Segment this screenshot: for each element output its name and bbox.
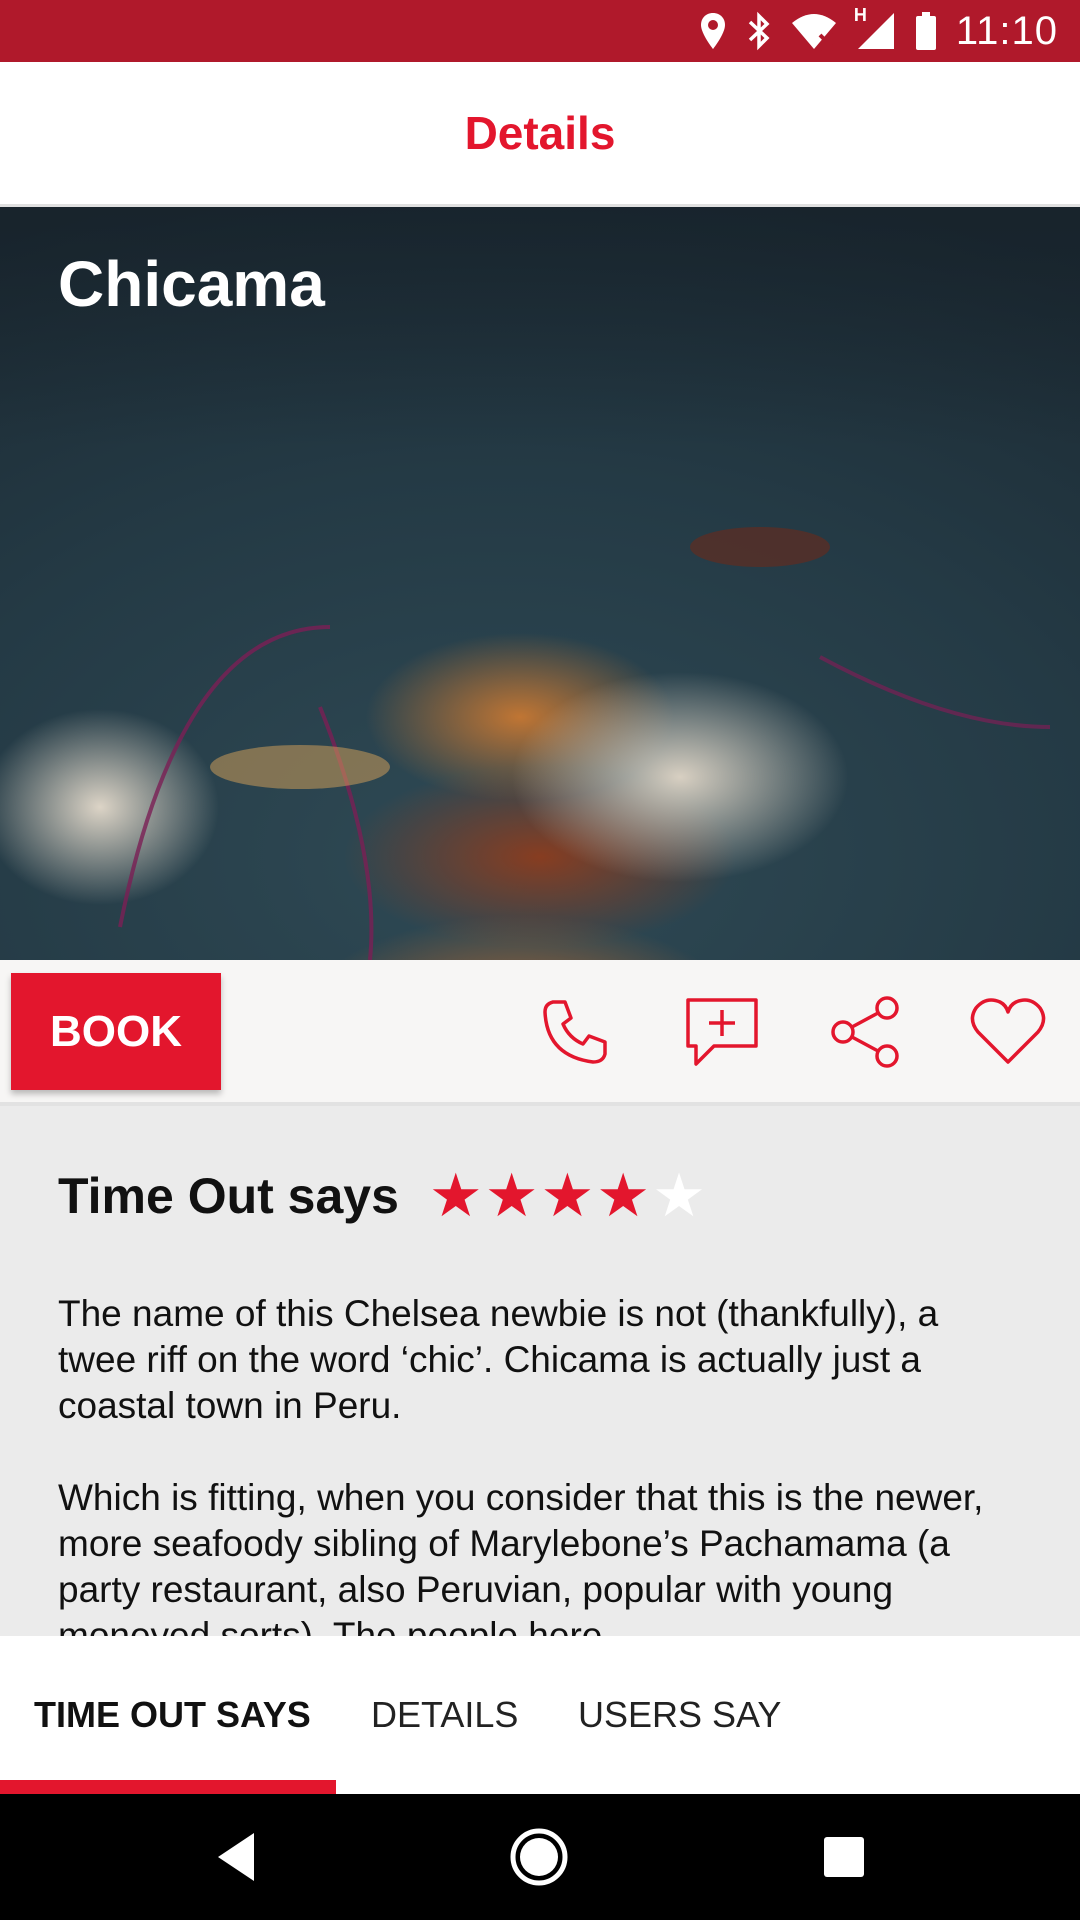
status-bar: H 11:10 [0,0,1080,62]
venue-name: Chicama [58,248,325,320]
tab-time-out-says[interactable]: TIME OUT SAYS [34,1694,311,1736]
recents-icon[interactable] [814,1827,874,1887]
hero-image: Chicama [0,207,1080,960]
tab-bar: TIME OUT SAYS DETAILS USERS SAY [0,1636,1080,1794]
star-filled-icon: ★ [596,1162,651,1229]
star-empty-icon: ★ [652,1162,706,1229]
review-text: The name of this Chelsea newbie is not (… [58,1291,1018,1636]
heart-icon[interactable] [968,992,1048,1072]
page-title: Details [464,107,616,159]
star-filled-icon: ★ [484,1162,539,1229]
status-icons: H 11:10 [698,0,1058,62]
action-bar: BOOK [0,960,1080,1106]
home-icon[interactable] [509,1827,569,1887]
battery-icon [914,11,938,51]
tab-users-say[interactable]: USERS SAY [578,1694,781,1736]
network-type-label: H [853,5,867,25]
back-icon[interactable] [206,1827,266,1887]
phone-icon[interactable] [535,992,615,1072]
location-icon [698,11,728,51]
hero-gradient [0,207,1080,447]
system-nav-bar [0,1794,1080,1920]
review-paragraph: The name of this Chelsea newbie is not (… [58,1293,939,1426]
star-rating: ★ ★ ★ ★ ★ [429,1166,706,1226]
signal-icon: H [854,5,896,51]
share-icon[interactable] [825,992,905,1072]
review-paragraph: Which is fitting, when you consider that… [58,1477,984,1636]
review-section: Time Out says ★ ★ ★ ★ ★ The name of this Che… [0,1106,1080,1636]
book-button[interactable]: BOOK [11,973,221,1090]
review-heading: Time Out says [58,1168,399,1224]
star-filled-icon: ★ [428,1162,483,1229]
wifi-icon [790,11,838,51]
status-time: 11:10 [955,8,1058,53]
tab-details[interactable]: DETAILS [371,1694,518,1736]
star-filled-icon: ★ [540,1162,595,1229]
bluetooth-icon [746,11,772,51]
app-bar: Details [0,62,1080,207]
active-tab-indicator [0,1780,336,1794]
review-header: Time Out says ★ ★ ★ ★ ★ [58,1166,706,1226]
add-comment-icon[interactable] [682,992,762,1072]
